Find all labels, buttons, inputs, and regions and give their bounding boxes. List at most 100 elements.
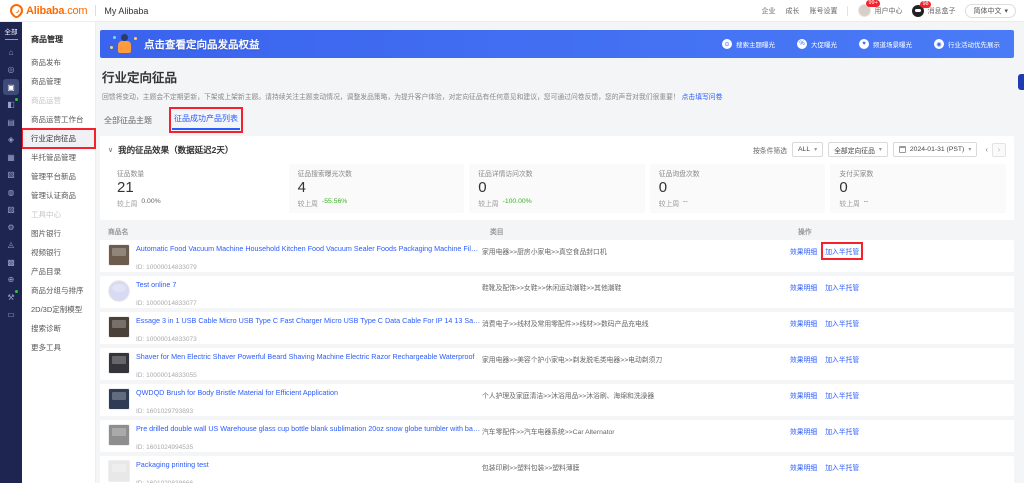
rail-icon[interactable]: ▩ <box>3 254 19 270</box>
topnav-item[interactable]: 成长 <box>785 6 799 16</box>
sidebar-item[interactable]: 图片银行 <box>22 224 95 243</box>
effect-detail-link[interactable]: 效果明细 <box>790 390 817 400</box>
sidebar-item[interactable]: 商品分组与排序 <box>22 281 95 300</box>
sidebar-item[interactable]: 产品目录 <box>22 262 95 281</box>
sidebar-item[interactable]: 搜索诊断 <box>22 319 95 338</box>
rail-icon[interactable]: ▧ <box>3 167 19 183</box>
rail-icon[interactable]: ◈ <box>3 132 19 148</box>
status-filter-select[interactable]: ALL ▾ <box>792 142 824 157</box>
sidebar-item[interactable]: 商品管理 <box>22 30 95 49</box>
effect-detail-link[interactable]: 效果明细 <box>790 426 817 436</box>
sidebar-item[interactable]: 半托管品管理 <box>22 148 95 167</box>
product-title-link[interactable]: Essage 3 in 1 USB Cable Micro USB Type C… <box>136 316 482 325</box>
join-semi-managed-link[interactable]: 加入半托管 <box>825 462 859 472</box>
scope-filter-select[interactable]: 全部定向征品 ▾ <box>828 142 888 157</box>
promo-banner[interactable]: 点击查看定向品发品权益 ⊙ 搜索主题曝光 % 大促曝光 ♥ 频道场景曝光 ◉ 行… <box>100 30 1014 58</box>
product-title-link[interactable]: Automatic Food Vacuum Machine Household … <box>136 244 482 253</box>
join-semi-managed-link[interactable]: 加入半托管 <box>821 242 864 260</box>
product-thumbnail[interactable] <box>108 460 130 482</box>
join-semi-managed-link[interactable]: 加入半托管 <box>825 426 859 436</box>
banner-title: 点击查看定向品发品权益 <box>144 38 260 51</box>
product-id: ID: 1601029793893 <box>136 408 194 415</box>
product-thumbnail[interactable] <box>108 424 130 446</box>
effect-detail-link[interactable]: 效果明细 <box>790 282 817 292</box>
product-category: 家用电器>>厨房小家电>>真空食品封口机 <box>482 249 607 256</box>
product-title-link[interactable]: QWDQD Brush for Body Bristle Material fo… <box>136 388 338 397</box>
tab[interactable]: 征品成功产品列表 <box>169 107 243 133</box>
next-page-arrow[interactable]: › <box>992 142 1006 157</box>
page-title: 行业定向征品 <box>102 71 178 85</box>
survey-link[interactable]: 点击填写问卷 <box>682 94 723 101</box>
rail-icon[interactable]: ⚒ <box>3 289 19 305</box>
stat-block: 征品搜索曝光次数 4 较上周 -55.56% <box>288 164 465 213</box>
rail-icon[interactable]: ◍ <box>3 184 19 200</box>
sidebar-item[interactable]: 管理平台新品 <box>22 167 95 186</box>
change-value: -- <box>863 198 869 205</box>
tab[interactable]: 全部征品主题 <box>102 112 154 130</box>
rail-icon[interactable]: ◧ <box>3 97 19 113</box>
topbar-divider <box>95 5 97 16</box>
sidebar-item[interactable]: 行业定向征品 <box>21 128 96 149</box>
product-title-link[interactable]: Test online 7 <box>136 280 197 289</box>
topnav-item[interactable]: 企业 <box>761 6 775 16</box>
topbar-separator <box>847 5 849 16</box>
product-thumbnail[interactable] <box>108 316 130 338</box>
table-row: Automatic Food Vacuum Machine Household … <box>100 240 1014 272</box>
compare-label: 较上周 <box>297 201 318 208</box>
banner-benefit-link[interactable]: ⊙ 搜索主题曝光 <box>722 39 775 49</box>
my-alibaba-link[interactable]: My Alibaba <box>104 6 148 16</box>
banner-benefit-link[interactable]: ♥ 频道场景曝光 <box>859 39 912 49</box>
alibaba-logo-icon <box>7 1 26 20</box>
message-box-label: 消息盒子 <box>927 7 956 15</box>
sidebar-item[interactable]: 工具中心 <box>22 205 95 224</box>
rail-icon[interactable]: ▤ <box>3 114 19 130</box>
notification-dot <box>15 97 18 101</box>
stat-block: 支付买家数 0 较上周 -- <box>830 164 1006 213</box>
prev-page-arrow[interactable]: ‹ <box>985 145 988 154</box>
date-picker[interactable]: 2024-01-31 (PST) ▾ <box>892 142 978 157</box>
sidebar-item[interactable]: 管理认证商品 <box>22 186 95 205</box>
rail-icon[interactable]: ▨ <box>3 202 19 218</box>
message-box-button[interactable]: 98 消息盒子 <box>912 0 956 17</box>
rail-icon[interactable]: ▣ <box>3 79 19 95</box>
product-title-link[interactable]: Pre drilled double wall US Warehouse gla… <box>136 424 482 433</box>
alibaba-logo[interactable]: Alibaba.com <box>7 1 88 20</box>
language-selector[interactable]: 简体中文 ▾ <box>965 3 1016 18</box>
rail-icon[interactable]: ⌂ <box>3 44 19 60</box>
join-semi-managed-link[interactable]: 加入半托管 <box>825 354 859 364</box>
effect-detail-link[interactable]: 效果明细 <box>790 462 817 472</box>
collapse-icon[interactable]: ∨ <box>108 146 113 154</box>
effect-detail-link[interactable]: 效果明细 <box>790 354 817 364</box>
rail-icon[interactable]: ◬ <box>3 237 19 253</box>
banner-benefit-link[interactable]: ◉ 行业活动优先展示 <box>934 39 1000 49</box>
rail-icon[interactable]: ⚙ <box>3 219 19 235</box>
feedback-floating-widget[interactable] <box>1018 74 1024 90</box>
product-thumbnail[interactable] <box>108 280 130 302</box>
sidebar-item[interactable]: 商品发布 <box>22 53 95 72</box>
topnav-item[interactable]: 账号设置 <box>809 6 837 16</box>
sidebar-item[interactable]: 2D/3D定制模型 <box>22 300 95 319</box>
rail-icon[interactable]: ▦ <box>3 149 19 165</box>
table-row: Packaging printing test ID: 160102083866… <box>100 456 1014 483</box>
banner-benefit-link[interactable]: % 大促曝光 <box>797 39 837 49</box>
product-title-link[interactable]: Shaver for Men Electric Shaver Powerful … <box>136 352 475 361</box>
product-thumbnail[interactable] <box>108 388 130 410</box>
product-thumbnail[interactable] <box>108 352 130 374</box>
product-thumbnail[interactable] <box>108 244 130 266</box>
join-semi-managed-link[interactable]: 加入半托管 <box>825 318 859 328</box>
join-semi-managed-link[interactable]: 加入半托管 <box>825 390 859 400</box>
product-title-link[interactable]: Packaging printing test <box>136 460 209 469</box>
sidebar-item[interactable]: 更多工具 <box>22 338 95 357</box>
rail-all-button[interactable]: 全部 <box>4 26 18 40</box>
sidebar-item[interactable]: 视频银行 <box>22 243 95 262</box>
rail-icon[interactable]: ◎ <box>3 62 19 78</box>
sidebar-item[interactable]: 商品运营 <box>22 91 95 110</box>
rail-icon[interactable]: ⊕ <box>3 272 19 288</box>
sidebar-item[interactable]: 商品管理 <box>22 72 95 91</box>
sidebar-item[interactable]: 商品运营工作台 <box>22 110 95 129</box>
effect-detail-link[interactable]: 效果明细 <box>790 246 817 256</box>
rail-icon[interactable]: ▭ <box>3 307 19 323</box>
join-semi-managed-link[interactable]: 加入半托管 <box>825 282 859 292</box>
user-center-button[interactable]: 99+ 用户中心 <box>858 0 902 17</box>
effect-detail-link[interactable]: 效果明细 <box>790 318 817 328</box>
